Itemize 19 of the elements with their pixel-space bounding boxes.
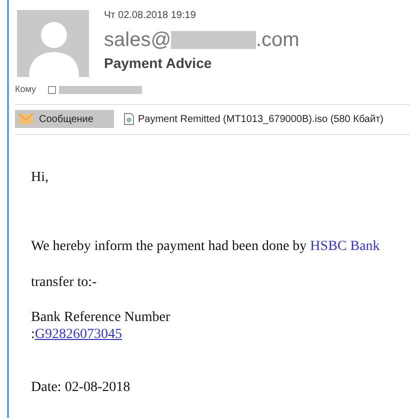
date-text: Date: 02-08-2018 — [31, 379, 132, 396]
message-tab[interactable]: Сообщение — [15, 110, 114, 128]
to-label: Кому — [15, 83, 36, 96]
body-paragraph: transfer to:- — [31, 274, 98, 291]
colon-text: : — [31, 326, 35, 343]
envelope-icon — [19, 114, 33, 124]
reference-label: Bank Reference Number — [31, 309, 172, 326]
body-paragraph: We hereby inform the payment had been done by HSBC Bank — [31, 238, 381, 255]
file-icon — [124, 113, 134, 125]
sender-address-end: .com — [256, 28, 300, 52]
sender-address-start: sales@ — [104, 28, 171, 52]
attachment-tab[interactable]: Payment Remitted (MT1013_679000B).iso (580 Кбайт) — [122, 110, 386, 128]
greeting-text: Hi, — [31, 169, 50, 186]
recipient-checkbox[interactable] — [48, 86, 56, 94]
message-subject: Payment Advice — [104, 54, 213, 72]
reference-link[interactable]: G92826073045 — [34, 326, 122, 343]
message-date: Чт 02.08.2018 19:19 — [104, 10, 197, 22]
avatar-silhouette-icon — [15, 10, 89, 77]
bank-link[interactable]: HSBC Bank — [310, 239, 380, 254]
